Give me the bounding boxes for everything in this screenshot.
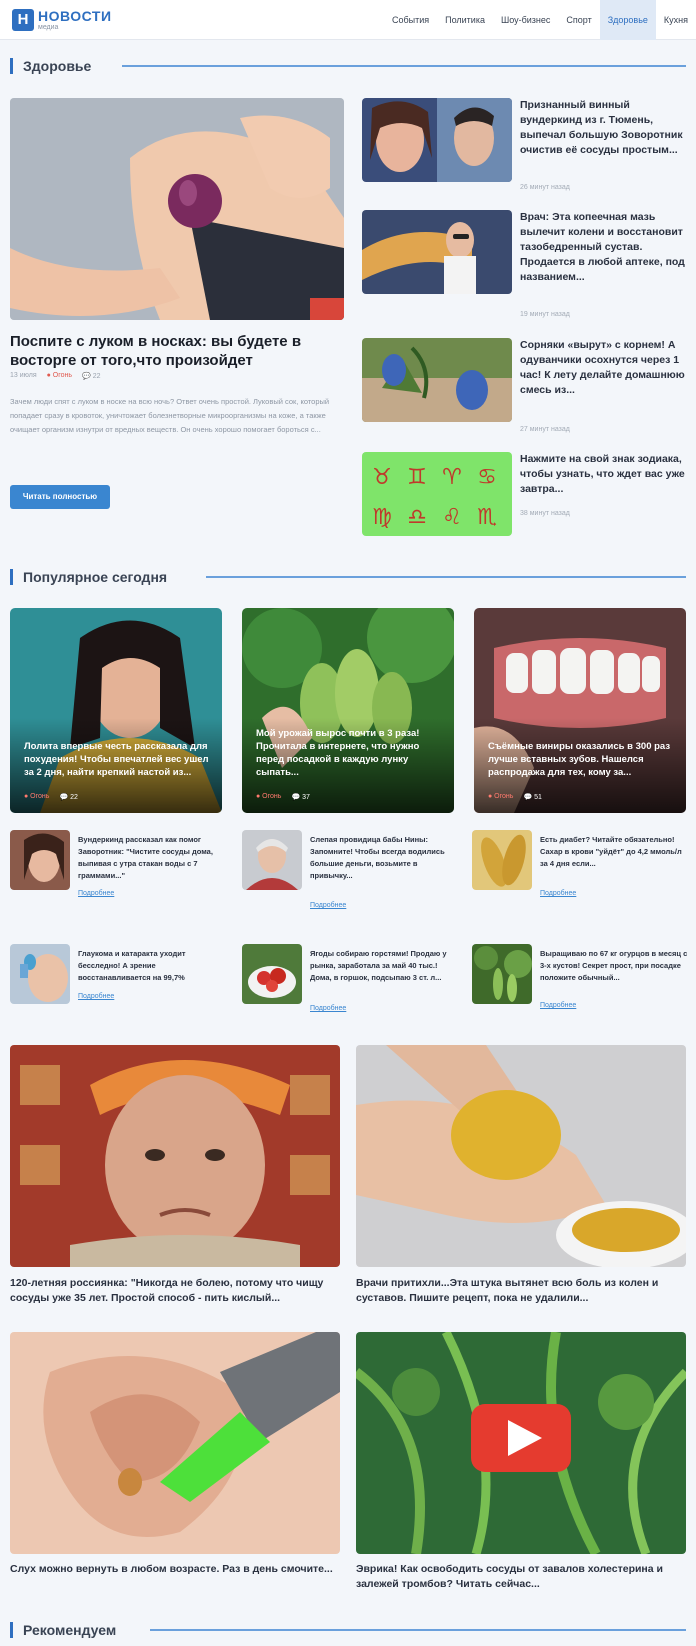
side-item-title[interactable]: Врач: Эта копеечная мазь вылечит колени … bbox=[520, 210, 686, 285]
popular-card-tag: ● Огонь bbox=[256, 793, 282, 800]
mini-item-thumb[interactable] bbox=[472, 944, 532, 1004]
logo-title: НОВОСТИ bbox=[38, 7, 112, 24]
big-item-image[interactable] bbox=[356, 1045, 686, 1267]
nav-item-health[interactable]: Здоровье bbox=[599, 0, 656, 40]
mini-item-thumb[interactable] bbox=[10, 944, 70, 1004]
hero-comments: 💬 22 bbox=[82, 373, 101, 380]
svg-text:♈: ♈ bbox=[442, 465, 462, 490]
popular-card[interactable]: Мой урожай вырос почти в 3 раза! Прочита… bbox=[242, 608, 454, 813]
side-item-title[interactable]: Нажмите на свой знак зодиака, чтобы узна… bbox=[520, 452, 686, 497]
nav-item-showbiz[interactable]: Шоу-бизнес bbox=[493, 0, 558, 40]
big-item-title[interactable]: Слух можно вернуть в любом возрасте. Раз… bbox=[10, 1562, 340, 1577]
mini-item-title[interactable]: Глаукома и катаракта уходит бесследно! А… bbox=[78, 948, 226, 984]
popular-card[interactable]: Съёмные виниры оказались в 300 раз лучше… bbox=[474, 608, 686, 813]
mini-item-title[interactable]: Ягоды собираю горстями! Продаю у рынка, … bbox=[310, 948, 458, 984]
popular-card-title[interactable]: Лолита впервые честь рассказала для поху… bbox=[24, 740, 214, 779]
popular-card-comments: 💬 22 bbox=[59, 794, 78, 801]
mini-item-thumb[interactable] bbox=[242, 944, 302, 1004]
popular-card-tag: ● Огонь bbox=[24, 793, 50, 800]
main-nav: События Политика Шоу-бизнес Спорт Здоров… bbox=[384, 0, 696, 40]
svg-text:♉: ♉ bbox=[372, 465, 392, 490]
mini-item-thumb[interactable] bbox=[242, 830, 302, 890]
big-item-title[interactable]: Врачи притихли...Эта штука вытянет всю б… bbox=[356, 1276, 686, 1306]
mini-item-more-link[interactable]: Подробнее bbox=[310, 902, 346, 909]
big-item-title[interactable]: 120-летняя россиянка: "Никогда не болею,… bbox=[10, 1276, 340, 1306]
mini-item-thumb[interactable] bbox=[10, 830, 70, 890]
popular-card-title[interactable]: Мой урожай вырос почти в 3 раза! Прочита… bbox=[256, 727, 446, 779]
popular-card-comments: 💬 37 bbox=[291, 794, 310, 801]
section-title: Рекомендуем bbox=[23, 1622, 117, 1638]
mini-item-more-link[interactable]: Подробнее bbox=[78, 890, 114, 897]
nav-item-events[interactable]: События bbox=[384, 0, 437, 40]
big-item-title[interactable]: Эврика! Как освободить сосуды от завалов… bbox=[356, 1562, 686, 1592]
svg-text:♊: ♊ bbox=[407, 465, 427, 490]
hero-image[interactable] bbox=[10, 98, 344, 320]
popular-card[interactable]: Лолита впервые честь рассказала для поху… bbox=[10, 608, 222, 813]
mini-item-more-link[interactable]: Подробнее bbox=[310, 1005, 346, 1012]
hero-title[interactable]: Поспите с луком в носках: вы будете в во… bbox=[10, 332, 340, 370]
side-item-time: 27 минут назад bbox=[520, 426, 570, 433]
side-item-title[interactable]: Сорняки «вырут» с корнем! А одуванчики о… bbox=[520, 338, 686, 398]
side-item-time: 26 минут назад bbox=[520, 184, 570, 191]
mini-item-more-link[interactable]: Подробнее bbox=[78, 993, 114, 1000]
mini-item-more-link[interactable]: Подробнее bbox=[540, 890, 576, 897]
section-divider bbox=[150, 1629, 686, 1631]
hero-date: 13 июля bbox=[10, 372, 37, 379]
mini-item-more-link[interactable]: Подробнее bbox=[540, 1002, 576, 1009]
svg-text:♏: ♏ bbox=[477, 505, 497, 530]
section-title: Здоровье bbox=[23, 58, 92, 74]
side-item-thumb[interactable] bbox=[362, 210, 512, 294]
section-heading-recommend: Рекомендуем bbox=[10, 1620, 116, 1640]
svg-text:♍: ♍ bbox=[372, 505, 392, 530]
zodiac-thumb[interactable]: ♉ ♊ ♈ ♋ ♍ ♎ ♌ ♏ bbox=[362, 452, 512, 536]
svg-text:♎: ♎ bbox=[407, 505, 427, 530]
svg-text:♌: ♌ bbox=[442, 505, 462, 530]
big-item-video[interactable] bbox=[356, 1332, 686, 1554]
side-item-thumb[interactable] bbox=[362, 338, 512, 422]
hero-lead: Зачем люди спят с луком в носке на всю н… bbox=[10, 397, 330, 434]
popular-card-comments: 💬 51 bbox=[523, 794, 542, 801]
site-logo[interactable]: Н НОВОСТИ медиа bbox=[12, 7, 112, 33]
popular-card-tag: ● Огонь bbox=[488, 793, 514, 800]
hero-meta: 13 июля ● Огонь 💬 22 bbox=[10, 372, 101, 380]
nav-item-sport[interactable]: Спорт bbox=[558, 0, 599, 40]
mini-item-title[interactable]: Есть диабет? Читайте обязательно! Сахар … bbox=[540, 834, 688, 870]
logo-badge: Н bbox=[12, 9, 34, 31]
mini-item-title[interactable]: Слепая провидица бабы Нины: Запомните! Ч… bbox=[310, 834, 458, 882]
svg-text:♋: ♋ bbox=[477, 465, 497, 490]
section-heading-health: Здоровье bbox=[10, 56, 91, 76]
side-item-title[interactable]: Признанный винный вундеркинд из г. Тюмен… bbox=[520, 98, 686, 158]
mini-item-title[interactable]: Вундеркинд рассказал как помог Заворотни… bbox=[78, 834, 226, 882]
section-heading-popular: Популярное сегодня bbox=[10, 567, 167, 587]
side-item-time: 19 минут назад bbox=[520, 311, 570, 318]
mini-item-thumb[interactable] bbox=[472, 830, 532, 890]
big-item-image[interactable] bbox=[10, 1332, 340, 1554]
hero-tag: ● Огонь bbox=[46, 372, 73, 379]
nav-item-politics[interactable]: Политика bbox=[437, 0, 493, 40]
side-item-time: 38 минут назад bbox=[520, 510, 570, 517]
popular-card-title[interactable]: Съёмные виниры оказались в 300 раз лучше… bbox=[488, 740, 678, 779]
section-divider bbox=[122, 65, 686, 67]
side-item-thumb[interactable] bbox=[362, 98, 512, 182]
section-title: Популярное сегодня bbox=[23, 569, 168, 585]
section-divider bbox=[206, 576, 686, 578]
nav-item-kitchen[interactable]: Кухня bbox=[656, 0, 696, 40]
top-navbar: Н НОВОСТИ медиа События Политика Шоу-биз… bbox=[0, 0, 696, 40]
big-item-image[interactable] bbox=[10, 1045, 340, 1267]
logo-subtitle: медиа bbox=[38, 23, 59, 31]
mini-item-title[interactable]: Выращиваю по 67 кг огурцов в месяц с 3-х… bbox=[540, 948, 688, 984]
read-more-button[interactable]: Читать полностью bbox=[10, 485, 110, 509]
